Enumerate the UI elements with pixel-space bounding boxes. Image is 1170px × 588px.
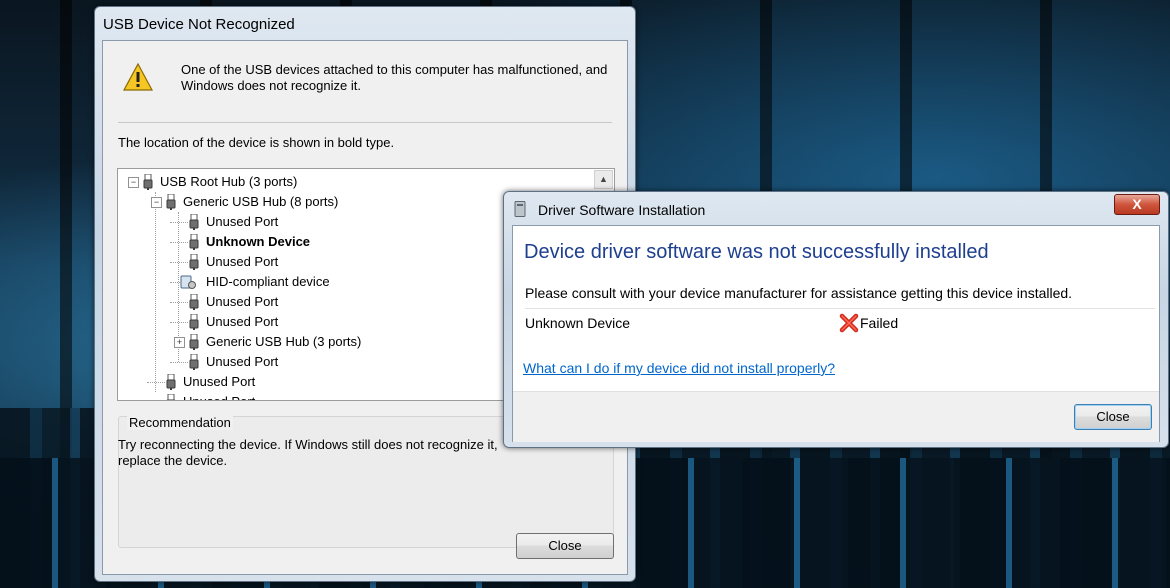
- usb-plug-icon: [188, 313, 200, 330]
- recommendation-text: Try reconnecting the device. If Windows …: [118, 437, 498, 468]
- close-button[interactable]: Close: [516, 533, 614, 559]
- tree-item-label: Generic USB Hub (8 ports): [183, 194, 339, 209]
- close-button[interactable]: Close: [1074, 404, 1152, 430]
- usb-plug-icon: [188, 353, 200, 370]
- collapse-icon[interactable]: −: [128, 177, 139, 188]
- usb-plug-icon: [188, 213, 200, 230]
- divider: [118, 122, 612, 123]
- tree-item-label: Unused Port: [206, 254, 279, 269]
- usb-plug-icon: [142, 173, 154, 190]
- usb-plug-icon: [188, 293, 200, 310]
- tree-item-label: Generic USB Hub (3 ports): [206, 334, 362, 349]
- divider: [525, 308, 1155, 309]
- tree-guide-line: [155, 192, 156, 392]
- dialog-body: Device driver software was not successfu…: [512, 225, 1160, 442]
- dialog-footer: Close: [513, 391, 1159, 442]
- dialog-title: USB Device Not Recognized: [103, 16, 295, 33]
- driver-install-dialog: Driver Software Installation X Device dr…: [503, 191, 1169, 448]
- expand-icon[interactable]: +: [174, 337, 185, 348]
- usb-plug-icon: [165, 373, 177, 390]
- error-message: One of the USB devices attached to this …: [181, 62, 608, 93]
- device-name: Unknown Device: [525, 315, 631, 331]
- tree-item[interactable]: − USB Root Hub (3 ports): [128, 172, 588, 192]
- tree-item-label: HID-compliant device: [206, 274, 330, 289]
- location-note: The location of the device is shown in b…: [118, 135, 395, 150]
- tree-item-label: Unused Port: [206, 294, 279, 309]
- install-status: Failed: [860, 315, 899, 331]
- red-x-icon: [839, 313, 859, 333]
- tree-item-label: Unused Port: [206, 314, 279, 329]
- hid-device-icon: [180, 274, 196, 290]
- window-close-button[interactable]: X: [1114, 194, 1160, 215]
- tree-item-label: Unused Port: [183, 374, 256, 389]
- scroll-up-button[interactable]: ▲: [594, 170, 613, 189]
- recommendation-title: Recommendation: [127, 415, 233, 430]
- error-heading: Device driver software was not successfu…: [524, 241, 989, 263]
- consult-message: Please consult with your device manufact…: [525, 285, 1073, 301]
- help-link[interactable]: What can I do if my device did not insta…: [523, 360, 835, 376]
- usb-plug-icon: [165, 193, 177, 210]
- usb-plug-icon: [165, 393, 177, 400]
- usb-plug-icon: [188, 333, 200, 350]
- tree-item-label: Unused Port: [206, 354, 279, 369]
- usb-plug-icon: [188, 233, 200, 250]
- device-installer-icon: [514, 201, 526, 217]
- tree-item-label: Unused Port: [206, 214, 279, 229]
- usb-plug-icon: [188, 253, 200, 270]
- dialog-title: Driver Software Installation: [538, 202, 706, 218]
- tree-item-label: Unknown Device: [206, 234, 311, 249]
- tree-item-label: USB Root Hub (3 ports): [160, 174, 298, 189]
- collapse-icon[interactable]: −: [151, 197, 162, 208]
- tree-item-label: Unused Port: [183, 392, 255, 400]
- warning-triangle-icon: [123, 63, 153, 91]
